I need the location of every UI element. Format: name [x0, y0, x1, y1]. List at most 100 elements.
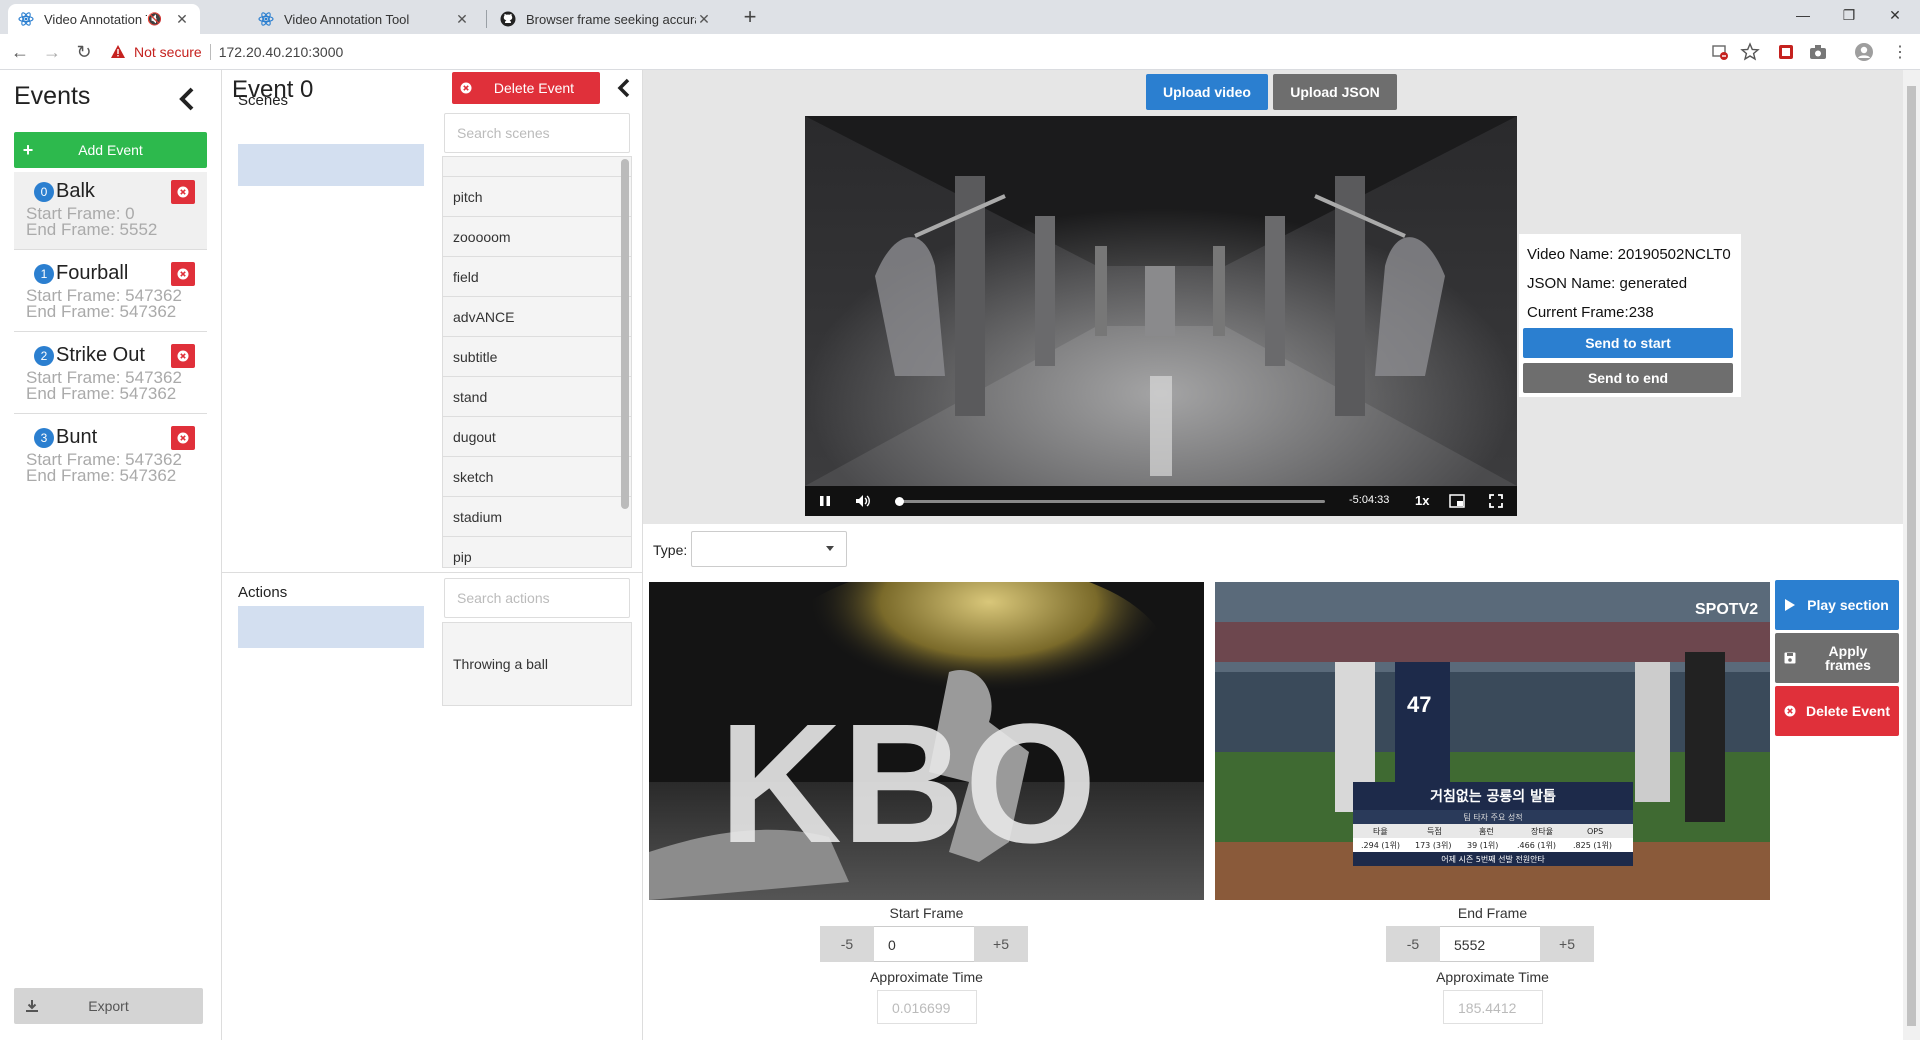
minimize-icon[interactable]: — — [1780, 0, 1826, 30]
event-item-fourball[interactable]: 1 Fourball Start Frame: 547362 End Frame… — [14, 254, 207, 332]
menu-kebab-icon[interactable]: ⋮ — [1888, 40, 1912, 64]
start-plus-button[interactable]: +5 — [974, 926, 1028, 962]
scene-item-pip[interactable]: pip — [443, 537, 631, 567]
close-circle-icon — [1775, 705, 1805, 717]
delete-event-label: Delete Event — [493, 80, 575, 96]
event-name: Balk — [56, 180, 95, 202]
address-bar[interactable]: Not secure 172.20.40.210:3000 — [110, 39, 1760, 65]
upload-video-button[interactable]: Upload video — [1146, 74, 1268, 110]
volume-icon[interactable] — [855, 494, 871, 508]
page-scrollbar[interactable] — [1903, 70, 1920, 1040]
stat-value: 39 (1위) — [1467, 841, 1498, 850]
search-scenes-input[interactable] — [444, 113, 630, 153]
close-window-icon[interactable]: ✕ — [1872, 0, 1918, 30]
delete-event-icon[interactable] — [171, 344, 195, 368]
start-frame-caption: Start Frame — [889, 905, 964, 921]
playback-speed-button[interactable]: 1x — [1415, 493, 1429, 508]
type-label: Type: — [653, 542, 688, 558]
event-item-strike-out[interactable]: 2 Strike Out Start Frame: 547362 End Fra… — [14, 336, 207, 414]
scene-item-zooooom[interactable]: zooooom — [443, 217, 631, 257]
scene-list: pitch zooooom field advANCE subtitle sta… — [442, 156, 632, 568]
close-tab-icon[interactable]: ✕ — [696, 11, 712, 27]
end-minus-button[interactable]: -5 — [1386, 926, 1440, 962]
add-event-button[interactable]: + Add Event — [14, 132, 207, 168]
progress-track[interactable] — [895, 500, 1325, 503]
star-icon[interactable] — [1740, 42, 1760, 62]
delete-event-icon[interactable] — [171, 262, 195, 286]
video-name: Video Name: 20190502NCLT0 — [1527, 246, 1731, 263]
tab-title: Browser frame seeking accuracy — [526, 11, 696, 27]
collapse-editor-icon[interactable] — [615, 76, 633, 100]
react-icon — [18, 12, 34, 26]
start-approx-time-input[interactable]: 0.016699 — [877, 990, 977, 1024]
browser-toolbar: ← → ↻ Not secure 172.20.40.210:3000 ⋮ — [0, 34, 1920, 70]
scene-item-sketch[interactable]: sketch — [443, 457, 631, 497]
start-minus-button[interactable]: -5 — [820, 926, 874, 962]
collapse-sidebar-icon[interactable] — [176, 86, 198, 112]
player-controls: -5:04:33 1x — [805, 486, 1517, 516]
send-to-end-button[interactable]: Send to end — [1523, 363, 1733, 393]
play-icon — [1775, 598, 1805, 612]
event-item-balk[interactable]: 0 Balk Start Frame: 0 End Frame: 5552 — [14, 172, 207, 250]
upload-json-button[interactable]: Upload JSON — [1273, 74, 1397, 110]
stat-header: 득점 — [1427, 826, 1442, 836]
current-frame: Current Frame:238 — [1527, 304, 1654, 321]
mute-icon[interactable]: 🔇 — [147, 12, 162, 26]
scene-item-field[interactable]: field — [443, 257, 631, 297]
overlay-footer: 어제 시즌 5번째 선발 전원안타 — [1441, 854, 1545, 864]
event-item-bunt[interactable]: 3 Bunt Start Frame: 547362 End Frame: 54… — [14, 418, 207, 496]
play-section-button[interactable]: Play section — [1775, 580, 1899, 630]
export-button[interactable]: Export — [14, 988, 203, 1024]
end-approx-time-input[interactable]: 185.4412 — [1443, 990, 1543, 1024]
apply-frames-button[interactable]: Apply frames — [1775, 633, 1899, 683]
close-tab-icon[interactable]: ✕ — [454, 11, 470, 27]
browser-tab-bar: Video Annotation Tool 🔇 ✕ Video Annotati… — [0, 0, 1920, 34]
pause-icon[interactable] — [819, 495, 831, 507]
end-frame-image: 47 SPOTV2 거침없는 공룡의 발톱 팀 타자 주요 성적 타율 득점 홈… — [1215, 582, 1770, 900]
scene-item-advance[interactable]: advANCE — [443, 297, 631, 337]
play-section-label: Play section — [1807, 597, 1889, 613]
fullscreen-icon[interactable] — [1489, 494, 1503, 508]
start-frame-input[interactable]: 0 — [874, 926, 974, 962]
progress-scrubber[interactable] — [895, 497, 905, 506]
end-plus-button[interactable]: +5 — [1540, 926, 1594, 962]
event-name: Fourball — [56, 262, 129, 284]
page-scrollbar-thumb[interactable] — [1907, 86, 1916, 1026]
video-player[interactable]: -5:04:33 1x — [805, 116, 1517, 516]
browser-tab-3[interactable]: Browser frame seeking accuracy ✕ — [490, 4, 722, 34]
forward-icon[interactable]: → — [40, 40, 64, 64]
profile-avatar-icon[interactable] — [1854, 42, 1874, 62]
picture-in-picture-icon[interactable] — [1449, 494, 1465, 508]
delete-event-button[interactable]: Delete Event — [452, 72, 600, 104]
search-actions-input[interactable] — [444, 578, 630, 618]
maximize-icon[interactable]: ❐ — [1826, 0, 1872, 30]
back-icon[interactable]: ← — [8, 40, 32, 64]
scene-list-scrollbar[interactable] — [621, 159, 629, 509]
new-tab-button[interactable]: + — [738, 6, 762, 30]
action-item-throwing-a-ball[interactable]: Throwing a ball — [443, 623, 631, 705]
type-select[interactable] — [691, 531, 847, 567]
start-frame-artwork: KBO — [649, 582, 1204, 900]
send-to-start-button[interactable]: Send to start — [1523, 328, 1733, 358]
extension-icon[interactable] — [1776, 42, 1796, 62]
close-tab-icon[interactable]: ✕ — [174, 11, 190, 27]
scene-item-subtitle[interactable]: subtitle — [443, 337, 631, 377]
browser-tab-1[interactable]: Video Annotation Tool 🔇 ✕ — [8, 4, 200, 34]
scene-item-dugout[interactable]: dugout — [443, 417, 631, 457]
start-approx-caption: Approximate Time — [870, 969, 983, 985]
selected-actions-box[interactable] — [238, 606, 424, 648]
selected-scenes-box[interactable] — [238, 144, 424, 186]
delete-event-icon[interactable] — [171, 180, 195, 204]
react-icon — [258, 12, 274, 26]
end-frame-input[interactable]: 5552 — [1440, 926, 1540, 962]
browser-tab-2[interactable]: Video Annotation Tool ✕ — [248, 4, 480, 34]
scene-item-pitch[interactable]: pitch — [443, 177, 631, 217]
delete-event-icon[interactable] — [171, 426, 195, 450]
delete-event-side-button[interactable]: Delete Event — [1775, 686, 1899, 736]
scene-item-stadium[interactable]: stadium — [443, 497, 631, 537]
delete-event-side-label: Delete Event — [1805, 703, 1891, 719]
scene-item-stand[interactable]: stand — [443, 377, 631, 417]
blocked-popup-icon[interactable] — [1710, 42, 1730, 62]
reload-icon[interactable]: ↻ — [72, 40, 96, 64]
camera-icon[interactable] — [1808, 42, 1828, 62]
